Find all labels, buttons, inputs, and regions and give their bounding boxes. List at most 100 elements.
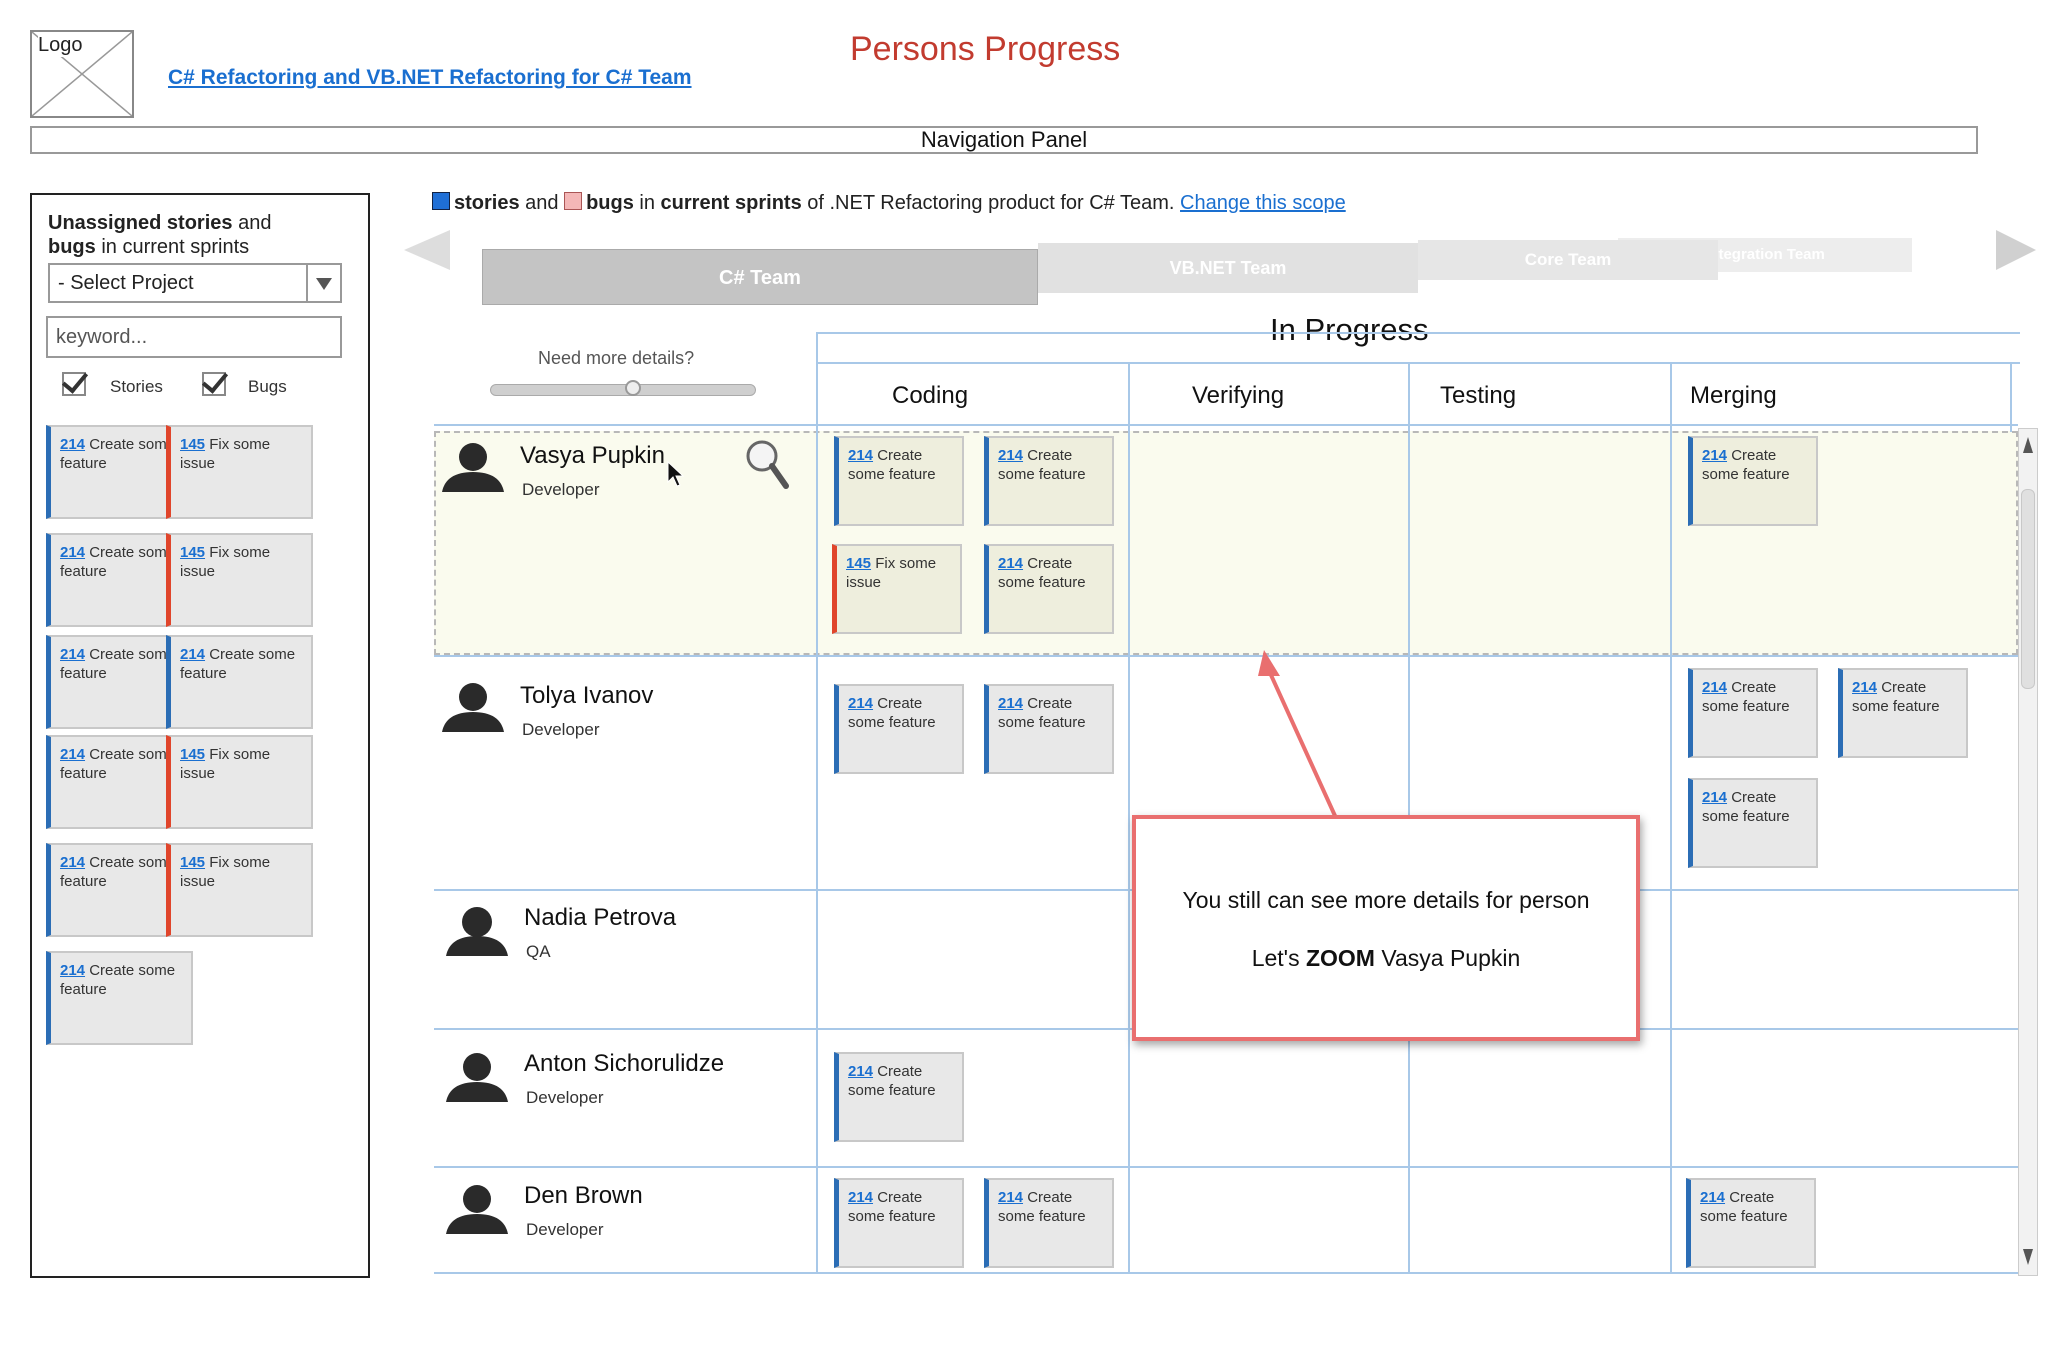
bugs-label: Bugs bbox=[248, 377, 287, 396]
project-select[interactable]: - Select Project bbox=[48, 263, 342, 303]
zoom-slider-knob[interactable] bbox=[625, 380, 641, 396]
column-testing: Testing bbox=[1440, 382, 1517, 409]
card-number-link[interactable]: 214 bbox=[60, 646, 85, 663]
card-number-link[interactable]: 145 bbox=[180, 854, 205, 871]
card-number-link[interactable]: 214 bbox=[60, 544, 85, 561]
tab-vbnet-team[interactable]: VB.NET Team bbox=[1038, 243, 1418, 293]
stories-checkbox[interactable] bbox=[62, 372, 86, 396]
card-number-link[interactable]: 214 bbox=[848, 1063, 873, 1080]
person-role: Developer bbox=[522, 720, 600, 739]
person-role: Developer bbox=[522, 480, 600, 499]
story-card[interactable]: 214 Create some feature bbox=[834, 436, 964, 526]
story-card[interactable]: 214 Create some feature bbox=[834, 684, 964, 774]
story-card[interactable]: 214 Create some feature bbox=[984, 684, 1114, 774]
grid-line bbox=[816, 332, 2020, 334]
logo: Logo bbox=[30, 30, 134, 118]
card-number-link[interactable]: 214 bbox=[1702, 447, 1727, 464]
story-card[interactable]: 214 Create some feature bbox=[1688, 778, 1818, 868]
need-more-details-label: Need more details? bbox=[538, 348, 695, 368]
grid-line bbox=[1670, 362, 1672, 1272]
card-number-link[interactable]: 214 bbox=[998, 1189, 1023, 1206]
grid-line bbox=[816, 362, 2020, 364]
story-card[interactable]: 214 Create some feature bbox=[46, 951, 193, 1045]
scroll-up-icon[interactable] bbox=[2022, 435, 2034, 455]
navigation-panel[interactable]: Navigation Panel bbox=[30, 126, 1978, 154]
card-number-link[interactable]: 214 bbox=[848, 1189, 873, 1206]
story-card[interactable]: 214 Create some feature bbox=[834, 1052, 964, 1142]
person-avatar-icon bbox=[442, 683, 504, 732]
tabs-next-arrow[interactable] bbox=[1996, 230, 2036, 270]
keyword-input[interactable]: keyword... bbox=[46, 316, 342, 358]
bug-card[interactable]: 145 Fix some issue bbox=[166, 533, 313, 627]
story-card[interactable]: 214 Create some feature bbox=[1688, 436, 1818, 526]
tab-csharp-team[interactable]: C# Team bbox=[482, 249, 1038, 305]
card-number-link[interactable]: 214 bbox=[60, 854, 85, 871]
card-number-link[interactable]: 214 bbox=[998, 447, 1023, 464]
change-scope-link[interactable]: Change this scope bbox=[1180, 192, 1346, 214]
card-number-link[interactable]: 145 bbox=[180, 746, 205, 763]
person-name: Den Brown bbox=[524, 1182, 643, 1209]
bug-card[interactable]: 145 Fix some issue bbox=[166, 425, 313, 519]
callout-arrow bbox=[1258, 650, 1338, 819]
story-card[interactable]: 214 Create some feature bbox=[166, 635, 313, 729]
card-number-link[interactable]: 214 bbox=[1700, 1189, 1725, 1206]
story-legend-swatch bbox=[432, 192, 450, 210]
card-number-link[interactable]: 214 bbox=[1852, 679, 1877, 696]
bug-card[interactable]: 145 Fix some issue bbox=[166, 735, 313, 829]
card-number-link[interactable]: 214 bbox=[848, 447, 873, 464]
scope-line: stories and bugs in current sprints of .… bbox=[432, 192, 1346, 215]
page-title: Persons Progress bbox=[850, 30, 1121, 68]
story-card[interactable]: 214 Create some feature bbox=[1838, 668, 1968, 758]
callout-line1: You still can see more details for perso… bbox=[1182, 887, 1590, 913]
card-number-link[interactable]: 145 bbox=[180, 544, 205, 561]
bug-legend-swatch bbox=[564, 192, 583, 210]
chevron-down-icon[interactable] bbox=[306, 265, 340, 301]
column-coding: Coding bbox=[892, 382, 969, 409]
person-name: Nadia Petrova bbox=[524, 904, 677, 931]
card-number-link[interactable]: 214 bbox=[60, 436, 85, 453]
story-card[interactable]: 214 Create some feature bbox=[1688, 668, 1818, 758]
bugs-checkbox[interactable] bbox=[202, 372, 226, 396]
person-name: Anton Sichorulidze bbox=[524, 1050, 725, 1077]
card-number-link[interactable]: 214 bbox=[1702, 789, 1727, 806]
callout-line2: Let's ZOOM Vasya Pupkin bbox=[1251, 945, 1521, 971]
card-number-link[interactable]: 145 bbox=[846, 555, 871, 572]
bug-card[interactable]: 145 Fix some issue bbox=[166, 843, 313, 937]
column-verifying: Verifying bbox=[1192, 382, 1285, 409]
tabs-prev-arrow[interactable] bbox=[404, 230, 450, 270]
card-number-link[interactable]: 145 bbox=[180, 436, 205, 453]
story-card[interactable]: 214 Create some feature bbox=[984, 1178, 1114, 1268]
card-number-link[interactable]: 214 bbox=[848, 695, 873, 712]
zoom-slider[interactable] bbox=[490, 380, 756, 396]
card-number-link[interactable]: 214 bbox=[60, 746, 85, 763]
person-role: Developer bbox=[526, 1088, 604, 1107]
card-number-link[interactable]: 214 bbox=[180, 646, 205, 663]
board-scrollbar[interactable] bbox=[2018, 428, 2038, 1276]
card-number-link[interactable]: 214 bbox=[998, 555, 1023, 572]
story-card[interactable]: 214 Create some feature bbox=[834, 1178, 964, 1268]
grid-line bbox=[434, 655, 2018, 657]
scroll-down-icon[interactable] bbox=[2022, 1247, 2034, 1267]
person-role: QA bbox=[526, 942, 551, 961]
magnifier-icon[interactable] bbox=[744, 438, 790, 492]
person-name: Vasya Pupkin bbox=[520, 442, 665, 469]
card-number-link[interactable]: 214 bbox=[1702, 679, 1727, 696]
bug-card[interactable]: 145 Fix some issue bbox=[832, 544, 962, 634]
unassigned-sidebar: Unassigned stories and bugs in current s… bbox=[30, 193, 370, 1278]
sidebar-title: Unassigned stories and bugs in current s… bbox=[48, 212, 272, 258]
project-select-value: - Select Project bbox=[58, 272, 194, 294]
card-number-link[interactable]: 214 bbox=[60, 962, 85, 979]
grid-line bbox=[1128, 362, 1130, 1272]
story-card[interactable]: 214 Create some feature bbox=[1686, 1178, 1816, 1268]
story-card[interactable]: 214 Create some feature bbox=[984, 436, 1114, 526]
grid-line bbox=[434, 1272, 2018, 1274]
person-avatar-icon bbox=[446, 1185, 508, 1234]
card-number-link[interactable]: 214 bbox=[998, 695, 1023, 712]
story-card[interactable]: 214 Create some feature bbox=[984, 544, 1114, 634]
in-progress-heading: In Progress bbox=[1270, 312, 1429, 347]
team-link[interactable]: C# Refactoring and VB.NET Refactoring fo… bbox=[168, 66, 692, 90]
scroll-thumb[interactable] bbox=[2021, 489, 2035, 689]
grid-line bbox=[816, 332, 818, 1272]
zoom-hint-callout: You still can see more details for perso… bbox=[1132, 815, 1640, 1041]
tab-core-team[interactable]: Core Team bbox=[1418, 240, 1718, 280]
